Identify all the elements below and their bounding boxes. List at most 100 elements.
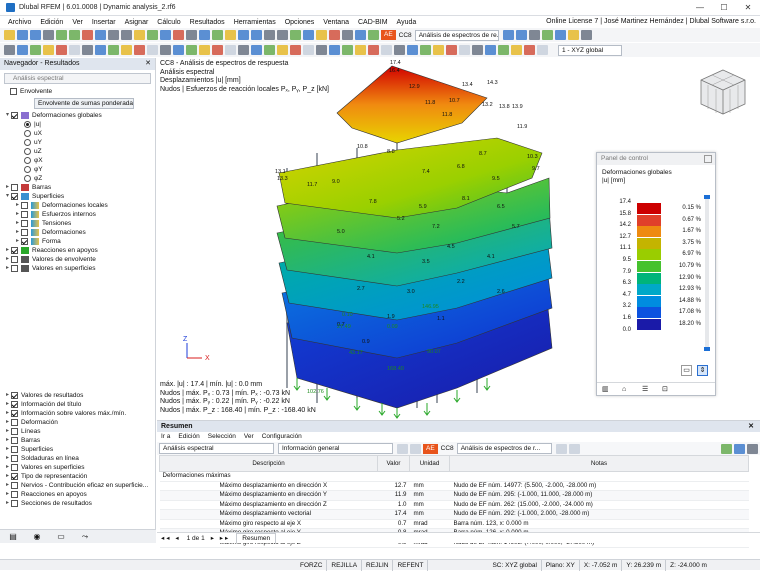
display-option[interactable]: ▸ Soldaduras en línea <box>0 454 156 463</box>
nav-checkbox[interactable] <box>21 238 28 245</box>
nav-checkbox[interactable] <box>21 211 28 218</box>
display-option[interactable]: ▸ Nervios - Contribución eficaz en superf… <box>0 481 156 490</box>
toolbar-button[interactable] <box>528 30 540 40</box>
view-cube[interactable] <box>697 66 749 118</box>
chevron-right-icon[interactable]: ▸ <box>4 183 11 192</box>
toolbar-button[interactable] <box>212 30 223 40</box>
toolbar-button[interactable] <box>186 45 197 55</box>
menu-ver[interactable]: Ver <box>72 19 83 26</box>
toolbar-button[interactable] <box>394 45 405 55</box>
toolbar-button[interactable] <box>134 30 145 40</box>
toolbar-button[interactable] <box>4 45 15 55</box>
results-menu-view[interactable]: Ver <box>244 432 254 442</box>
nav-radio[interactable] <box>24 157 31 164</box>
tab-resumen[interactable]: Resumen <box>236 533 277 543</box>
display-option[interactable]: ▸ Reacciones en apoyos <box>0 490 156 499</box>
toolbar-button[interactable] <box>147 45 158 55</box>
toolbar-button[interactable] <box>303 45 314 55</box>
slider-handle-top[interactable] <box>704 195 710 199</box>
menu-insertar[interactable]: Insertar <box>92 19 116 26</box>
results-menu-config[interactable]: Configuración <box>262 432 302 442</box>
nav-item[interactable]: ▾ Superficies <box>0 192 155 201</box>
nav-checkbox[interactable] <box>21 202 28 209</box>
toolbar-button[interactable] <box>541 30 553 40</box>
toolbar-button[interactable] <box>30 45 41 55</box>
display-option[interactable]: ▸ Barras <box>0 436 156 445</box>
chevron-right-icon[interactable]: ▸ <box>4 391 11 400</box>
display-option-checkbox[interactable] <box>11 392 18 399</box>
toolbar-button[interactable] <box>43 45 54 55</box>
toolbar-button[interactable] <box>368 30 379 40</box>
minimize-button[interactable]: — <box>688 0 712 16</box>
nav-item[interactable]: |u| <box>0 120 155 129</box>
pager-first-icon[interactable]: ◂◂ ◂ <box>161 534 181 542</box>
toolbar-button[interactable] <box>381 45 392 55</box>
toolbar-button[interactable] <box>82 30 93 40</box>
toolbar-button[interactable] <box>186 30 197 40</box>
mode-refent[interactable]: REFENT <box>393 559 429 571</box>
toolbar-button[interactable] <box>173 45 184 55</box>
results-analysis-select[interactable]: Análisis espectral <box>159 443 274 454</box>
toolbar-button[interactable] <box>95 45 106 55</box>
toolbar-button[interactable] <box>225 45 236 55</box>
nav-item[interactable]: ▸ Tensiones <box>0 219 155 228</box>
chevron-right-icon[interactable]: ▸ <box>4 400 11 409</box>
load-case-select[interactable]: Análisis de espectros de re... <box>414 29 499 41</box>
chevron-right-icon[interactable]: ▸ <box>14 228 21 237</box>
table-row[interactable]: Máximo desplazamiento vectorial 17.4 mm Nud… <box>159 509 749 520</box>
menu-edicion[interactable]: Edición <box>40 19 63 26</box>
table-row[interactable]: Máximo desplazamiento en dirección X 12.7… <box>159 481 749 491</box>
results-menu-goto[interactable]: Ir a <box>161 432 170 442</box>
toolbar-button[interactable] <box>108 30 119 40</box>
toolbar-button[interactable] <box>433 45 444 55</box>
table-row[interactable]: Máximo desplazamiento en dirección Y 11.9… <box>159 490 749 501</box>
display-option-checkbox[interactable] <box>11 401 18 408</box>
toolbar-button[interactable] <box>108 45 119 55</box>
chevron-right-icon[interactable]: ▸ <box>4 472 11 481</box>
menu-herramientas[interactable]: Herramientas <box>234 19 276 26</box>
panel-settings-icon[interactable]: ▭ <box>681 365 692 376</box>
toolbar-button[interactable] <box>567 30 579 40</box>
tab-data-icon[interactable]: ▤ <box>2 531 24 543</box>
excel-export-icon[interactable] <box>721 443 732 454</box>
results-case-select[interactable]: Análisis de espectros de r... <box>456 443 552 454</box>
display-option-checkbox[interactable] <box>11 491 18 498</box>
maximize-button[interactable]: ☐ <box>712 0 736 16</box>
toolbar-button[interactable] <box>459 45 470 55</box>
display-option-checkbox[interactable] <box>11 419 18 426</box>
toolbar-button[interactable] <box>264 30 275 40</box>
nav-checkbox[interactable] <box>11 193 18 200</box>
display-option-checkbox[interactable] <box>11 437 18 444</box>
nav-checkbox[interactable] <box>11 256 18 263</box>
display-option[interactable]: ▸ Información sobre valores máx./mín. <box>0 409 156 418</box>
nav-item[interactable]: φY <box>0 165 155 174</box>
toolbar-button[interactable] <box>17 30 28 40</box>
prev-case-icon[interactable] <box>555 443 567 454</box>
nav-checkbox[interactable] <box>11 247 18 254</box>
display-option[interactable]: ▸ Líneas <box>0 427 156 436</box>
chevron-right-icon[interactable]: ▸ <box>4 418 11 427</box>
panel-tab-colors-icon[interactable]: ▥ <box>602 385 614 393</box>
nav-item[interactable]: ▸ Valores en superficies <box>0 264 155 273</box>
envelope-select[interactable]: Envolvente de sumas ponderadas <box>34 98 134 109</box>
nav-item[interactable]: φX <box>0 156 155 165</box>
nav-item[interactable]: ▸ Deformaciones <box>0 228 155 237</box>
toolbar-button[interactable] <box>485 45 496 55</box>
nav-item[interactable]: ▸ Barras <box>0 183 155 192</box>
toolbar-button[interactable] <box>264 45 275 55</box>
chevron-right-icon[interactable]: ▸ <box>4 445 11 454</box>
toolbar-button[interactable] <box>95 30 106 40</box>
legend-slider[interactable] <box>704 195 710 351</box>
print-icon[interactable] <box>734 443 745 454</box>
next-icon[interactable] <box>410 443 421 454</box>
toolbar-button[interactable] <box>69 30 80 40</box>
navigator-close-icon[interactable]: ✕ <box>145 58 151 70</box>
toolbar-button[interactable] <box>134 45 145 55</box>
toolbar-button[interactable] <box>290 30 301 40</box>
toolbar-button[interactable] <box>4 30 15 40</box>
toolbar-button[interactable] <box>446 45 457 55</box>
display-option-checkbox[interactable] <box>11 473 18 480</box>
results-info-select[interactable]: Información general <box>278 443 393 454</box>
chevron-down-icon[interactable]: ▾ <box>4 111 11 120</box>
nav-item[interactable]: ▸ Deformaciones locales <box>0 201 155 210</box>
